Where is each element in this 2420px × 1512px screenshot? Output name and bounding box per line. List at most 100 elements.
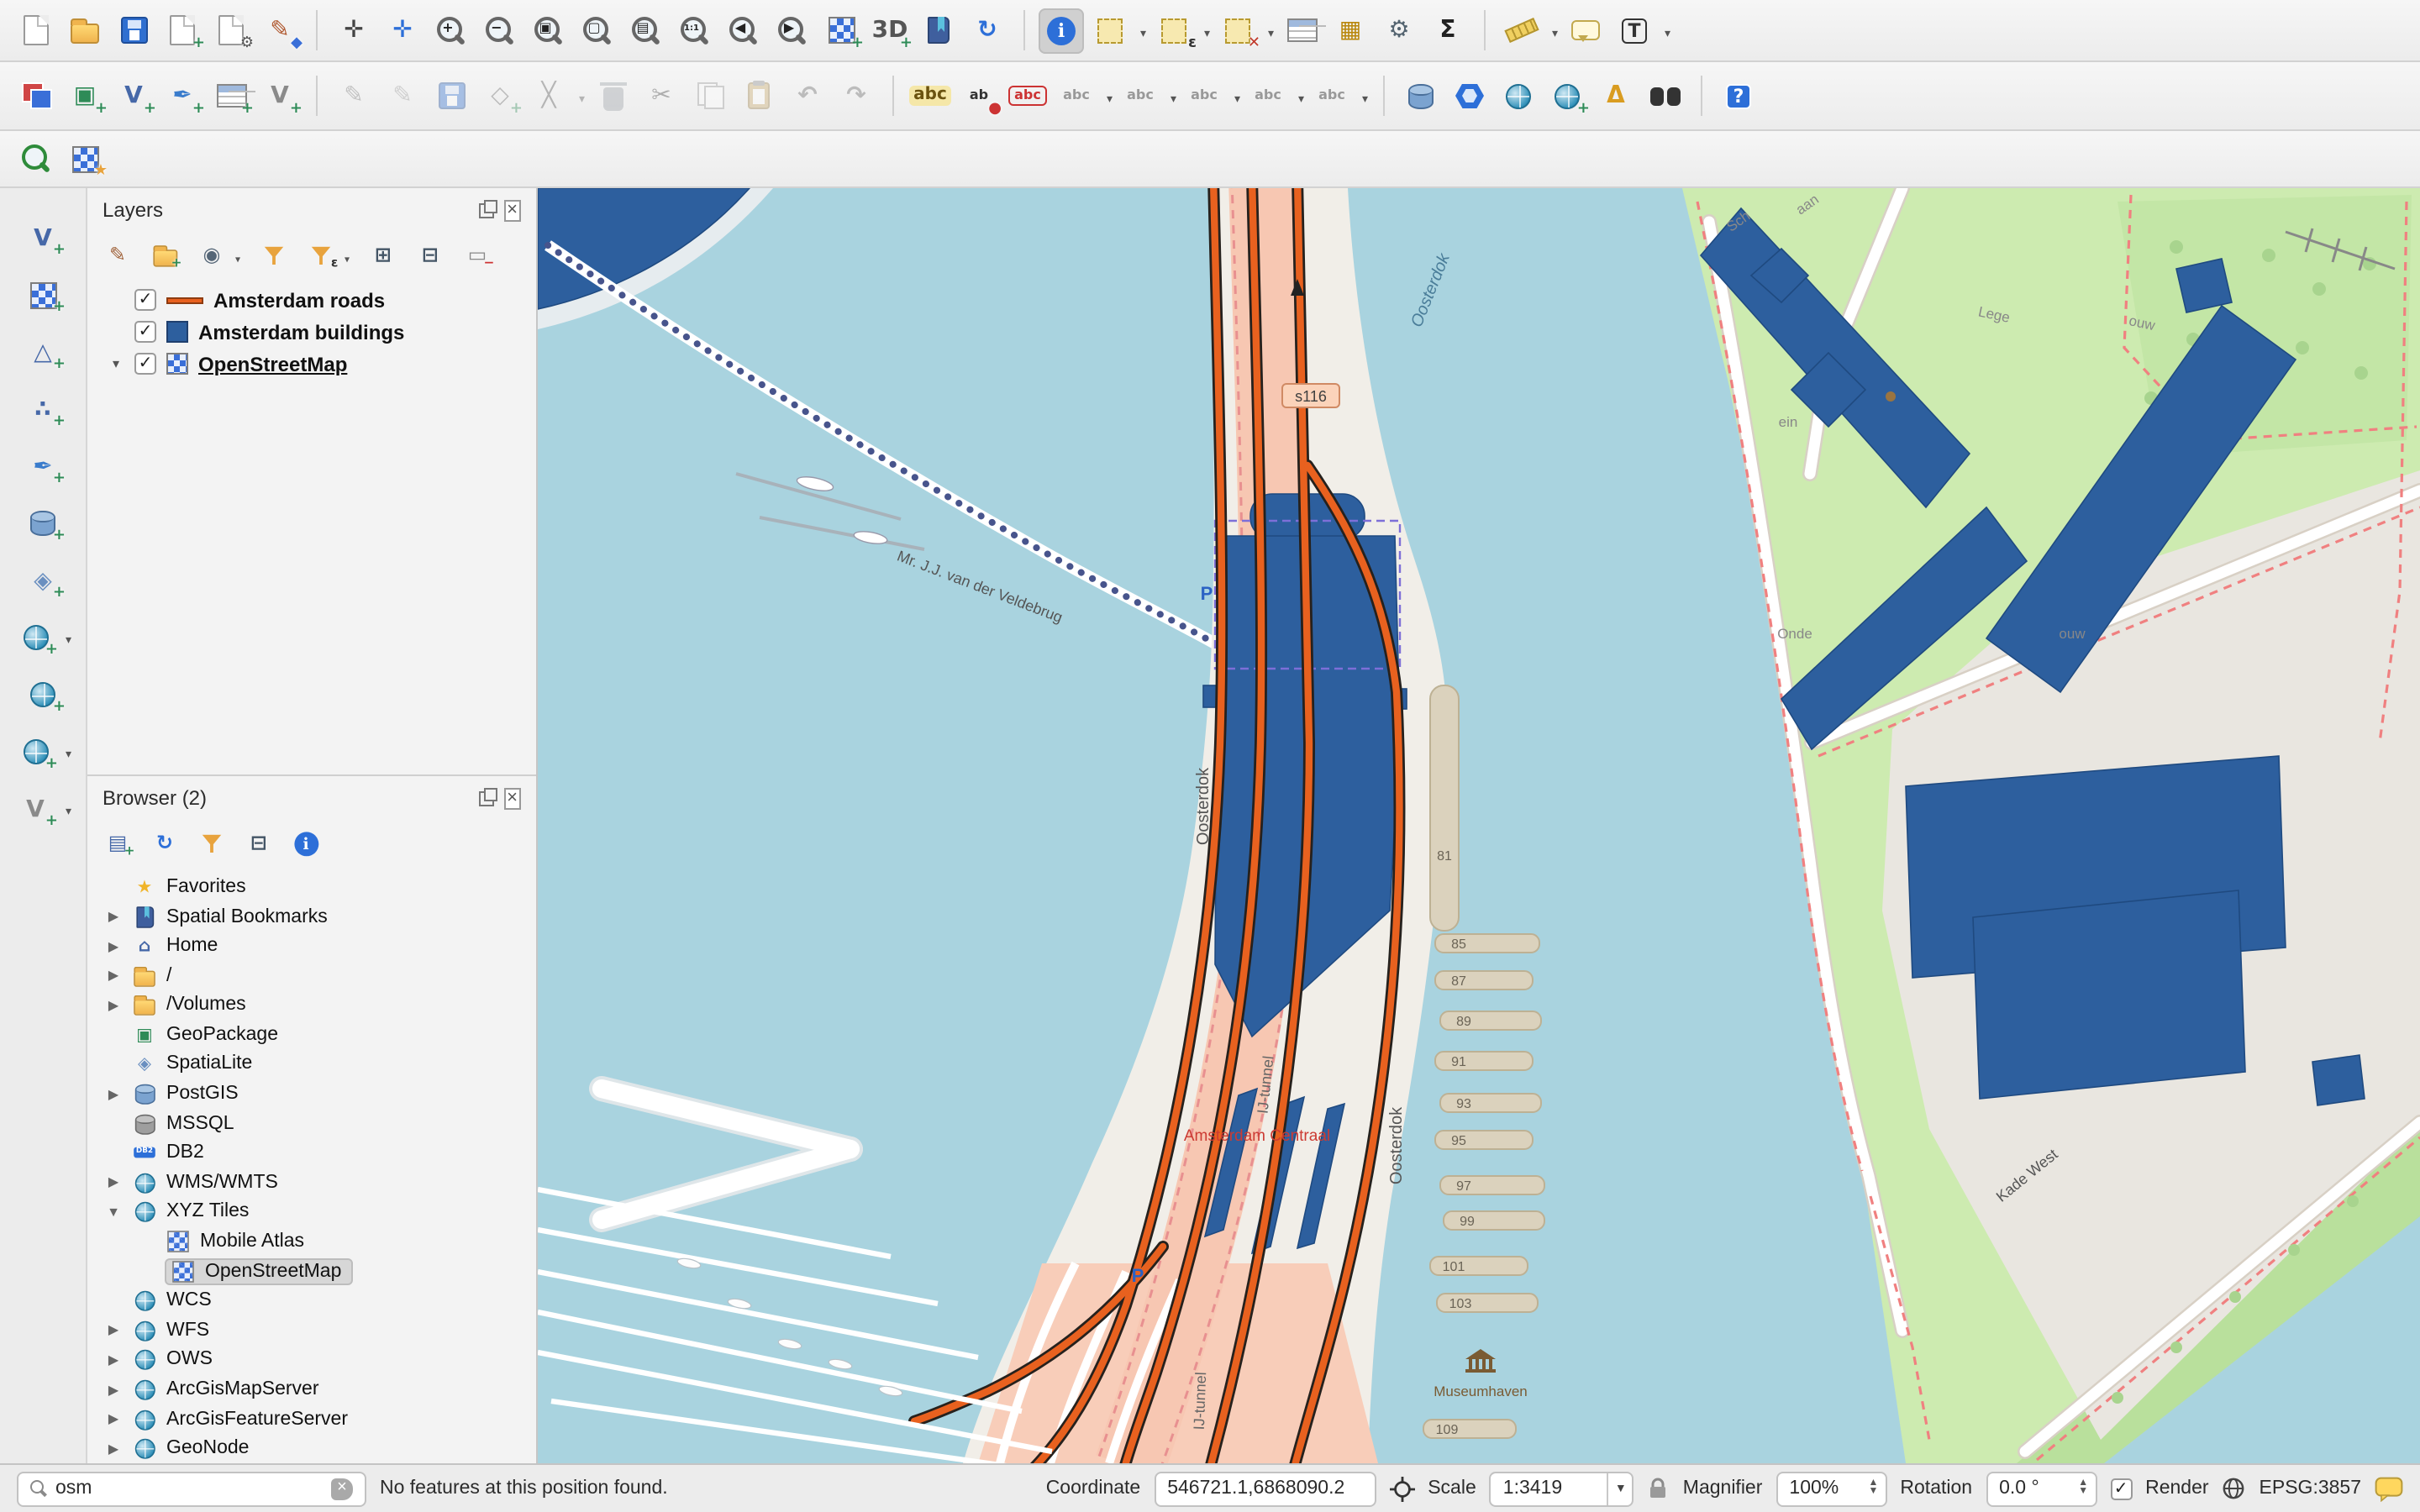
browser-item-geopackage[interactable]: ▣GeoPackage [87,1020,536,1049]
add-group-icon[interactable]: + [148,238,182,272]
add-delimited-text-layer-icon[interactable]: ✒+ [20,444,66,489]
new-print-layout-icon[interactable]: + [160,8,205,53]
browser-item--[interactable]: ▶/ [87,961,536,990]
remove-layer-icon[interactable]: ▭− [460,238,495,272]
messages-bubble-icon[interactable] [2375,1476,2403,1501]
locator-search-input[interactable]: osm × [17,1471,366,1506]
browser-item--volumes[interactable]: ▶/Volumes [87,990,536,1020]
map-canvas[interactable]: 818587899193959799101103109 OosterdokOos… [538,188,2420,1463]
zoom-next-icon[interactable]: ▶ [770,8,815,53]
zoom-to-layer-icon[interactable]: ▤ [623,8,669,53]
browser-item-arcgisfeatureserver[interactable]: ▶ArcGisFeatureServer [87,1404,536,1434]
help-icon[interactable]: ? [1716,73,1761,118]
add-spatialite-layer-icon[interactable]: ◈+ [20,558,66,603]
add-mesh-layer-icon[interactable]: △+ [20,329,66,375]
style-manager-icon[interactable]: ✎◆ [257,8,302,53]
layout-manager-icon[interactable]: ⚙ [208,8,254,53]
text-annotation-icon[interactable]: T▾ [1612,8,1657,53]
save-layer-edits-icon[interactable] [429,73,474,118]
open-layer-styling-icon[interactable]: ✎ [101,238,135,272]
filter-legend-expression-icon[interactable]: ε▾ [304,238,339,272]
coordinate-input[interactable]: 546721.1,6868090.2 [1154,1471,1376,1506]
expander-icon[interactable]: ▶ [104,1441,123,1456]
expander-icon[interactable]: ▶ [104,909,123,924]
field-calculator-icon[interactable]: ▦ [1328,8,1373,53]
zoom-native-icon[interactable]: 1:1 [672,8,718,53]
refresh-map-icon[interactable]: ↻ [965,8,1010,53]
toggle-editing-icon[interactable]: ✎ [380,73,425,118]
web-service-icon[interactable] [1496,73,1541,118]
pan-map-icon[interactable]: ✛ [331,8,376,53]
browser-item-arcgismapserver[interactable]: ▶ArcGisMapServer [87,1374,536,1404]
layer-diagram-icon[interactable]: ab● [956,73,1002,118]
zoom-in-icon[interactable]: + [429,8,474,53]
new-geopackage-layer-icon[interactable]: ▣+ [62,73,108,118]
collapse-all-browser-icon[interactable]: ⊟ [242,826,276,860]
vertex-tool-icon[interactable]: ╳▾ [526,73,571,118]
new-temporary-scratch-layer-icon[interactable]: + [208,73,254,118]
layer-checkbox[interactable]: ✓ [134,353,156,375]
osm-place-search-icon[interactable] [13,136,59,181]
mesh-calculator-icon[interactable]: Δ [1593,73,1639,118]
browser-item-spatialite[interactable]: ◈SpatiaLite [87,1049,536,1079]
new-project-icon[interactable] [13,8,59,53]
toggle-extents-icon[interactable] [1389,1476,1414,1501]
layer-name[interactable]: Amsterdam roads [213,288,385,312]
add-feature-icon[interactable]: ◇+ [477,73,523,118]
current-edits-icon[interactable]: ✎ [331,73,376,118]
add-wfs-layer-icon[interactable]: +▾ [13,729,58,774]
layer-checkbox[interactable]: ✓ [134,321,156,343]
manage-map-themes-icon[interactable]: ◉▾ [195,238,229,272]
pin-unpin-labels-icon[interactable]: abc▾ [1054,73,1099,118]
show-spatial-bookmarks-icon[interactable] [916,8,961,53]
expander-icon[interactable]: ▶ [104,1175,123,1190]
map-tips-icon[interactable] [1563,8,1608,53]
statistical-summary-icon[interactable]: Σ [1425,8,1470,53]
filter-legend-icon[interactable] [257,238,292,272]
layer-item-amsterdam-buildings[interactable]: ✓Amsterdam buildings [87,316,536,348]
delete-selected-icon[interactable] [590,73,635,118]
copy-features-icon[interactable] [687,73,733,118]
undo-icon[interactable]: ↶ [785,73,830,118]
processing-toolbox-icon[interactable]: ⚙ [1376,8,1422,53]
highlight-pinned-labels-icon[interactable]: abc [1005,73,1050,118]
deselect-features-icon[interactable]: ✕▾ [1215,8,1260,53]
filter-browser-icon[interactable] [195,826,229,860]
zoom-out-icon[interactable]: − [477,8,523,53]
layer-name[interactable]: OpenStreetMap [198,352,347,375]
close-icon[interactable]: × [503,787,521,809]
zoom-full-icon[interactable]: ▣ [526,8,571,53]
browser-item-openstreetmap[interactable]: OpenStreetMap [87,1257,536,1286]
add-selected-layers-icon[interactable]: ▤+ [101,826,135,860]
expander-icon[interactable]: ▶ [104,938,123,953]
layer-item-openstreetmap[interactable]: ▾✓OpenStreetMap [87,348,536,380]
expander-icon[interactable]: ▶ [104,998,123,1013]
rotation-spinbox[interactable]: 0.0 ° ▲▼ [1986,1471,2096,1506]
new-shapefile-layer-icon[interactable]: V+ [111,73,156,118]
identify-features-icon[interactable] [1039,8,1084,53]
undock-icon[interactable] [478,790,493,806]
browser-item-xyz-tiles[interactable]: ▼XYZ Tiles [87,1197,536,1226]
open-attribute-table-icon[interactable] [1279,8,1324,53]
expander-icon[interactable]: ▶ [104,1086,123,1101]
clear-search-icon[interactable]: × [331,1478,353,1499]
selected-item-highlight[interactable]: OpenStreetMap [165,1257,353,1284]
chevron-down-icon[interactable]: ▼ [1607,1473,1633,1504]
layer-checkbox[interactable]: ✓ [134,289,156,311]
expand-all-icon[interactable]: ⊞ [366,238,401,272]
browser-item-postgis[interactable]: ▶PostGIS [87,1079,536,1109]
paste-features-icon[interactable] [736,73,781,118]
magnifier-spinbox[interactable]: 100% ▲▼ [1776,1471,1886,1506]
browser-item-mobile-atlas[interactable]: Mobile Atlas [87,1227,536,1257]
lock-scale-icon[interactable] [1648,1477,1670,1500]
select-features-icon[interactable]: ▾ [1087,8,1133,53]
browser-item-spatial-bookmarks[interactable]: ▶Spatial Bookmarks [87,901,536,931]
add-wms-layer-icon[interactable]: +▾ [13,615,58,660]
open-data-source-manager-icon[interactable] [13,73,59,118]
browser-item-favorites[interactable]: ★Favorites [87,872,536,901]
save-project-icon[interactable] [111,8,156,53]
new-3d-map-view-icon[interactable]: 3D+ [867,8,913,53]
add-wcs-layer-icon[interactable]: + [20,672,66,717]
pan-to-selection-icon[interactable]: ✛ [380,8,425,53]
db-manager-icon[interactable] [1398,73,1444,118]
